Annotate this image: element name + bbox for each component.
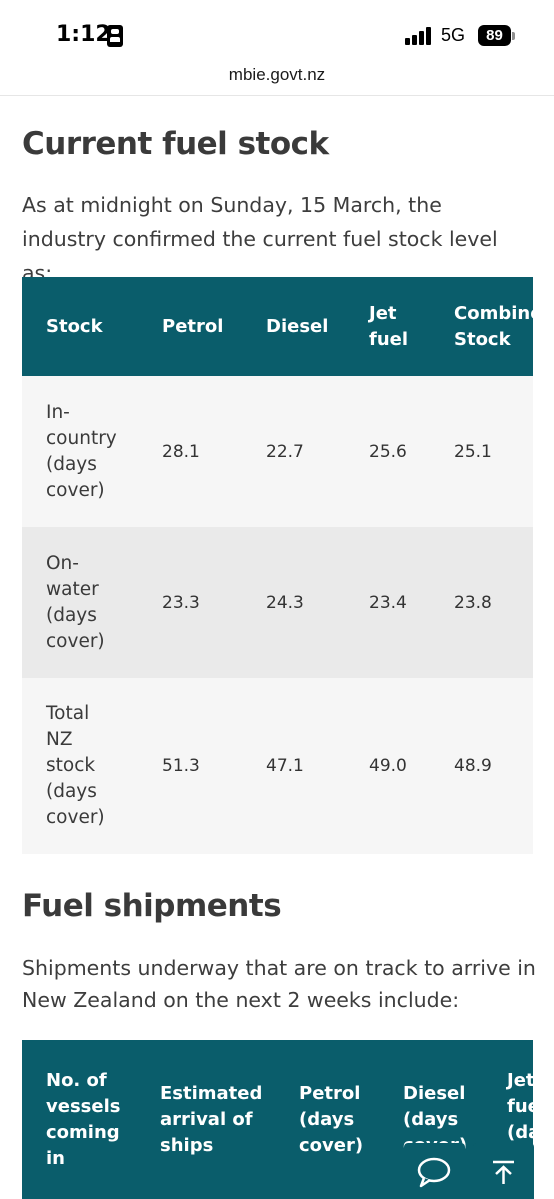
col-header-petrol-days: Petrol (days cover) [299,1082,364,1156]
back-to-top-button[interactable] [473,1143,534,1199]
col-header-jet-fuel: Jet fuel [369,302,409,350]
table-cell: 48.9 [454,756,492,776]
heading-current-fuel-stock: Current fuel stock [22,126,329,162]
table-row: On-water (days cover) 23.3 24.3 23.4 23.… [22,527,533,678]
battery-nub [512,32,515,40]
table-cell: 22.7 [266,441,304,462]
table-cell: 25.1 [454,441,492,462]
status-bar: 1:12 5G 89 [0,0,554,62]
shipments-intro-text: Shipments underway that are on track to … [22,956,536,1012]
address-bar[interactable]: mbie.govt.nz [0,62,554,96]
id-badge-icon [107,25,123,47]
table-cell: 51.3 [162,756,200,776]
heading-fuel-shipments: Fuel shipments [22,888,282,924]
table-cell: 49.0 [369,756,407,776]
col-header-arrival: Estimated arrival of ships [160,1082,263,1156]
table-cell: 47.1 [266,756,304,776]
row-label: Total NZ stock (days cover) [46,703,105,828]
status-time: 1:12 [56,22,111,47]
cellular-signal-icon [405,27,435,45]
table-row: Total NZ stock (days cover) 51.3 47.1 49… [22,678,533,854]
table-cell: 23.4 [369,592,407,613]
table-cell: 24.3 [266,592,304,613]
table-cell: 25.6 [369,441,407,462]
table-row: In-country (days cover) 28.1 22.7 25.6 2… [22,376,533,527]
col-header-petrol: Petrol [162,315,224,337]
table-cell: 23.8 [454,592,492,613]
fuel-stock-table: Stock Petrol Diesel Jet fuel Combined St… [22,277,533,854]
table-cell: 23.3 [162,592,200,613]
table-cell: 28.1 [162,441,200,462]
table-header-row: Stock Petrol Diesel Jet fuel Combined St… [22,277,533,376]
col-header-combined-stock: Combined Stock [454,302,533,350]
row-label: On-water (days cover) [46,552,105,652]
arrow-up-to-top-icon [493,1160,514,1184]
network-type: 5G [441,25,466,45]
chat-button[interactable] [404,1143,465,1199]
stock-intro-text: As at midnight on Sunday, 15 March, the … [22,193,498,285]
col-header-vessels: No. of vessels coming in [46,1069,121,1169]
col-header-stock: Stock [46,315,103,337]
row-label: In-country (days cover) [46,401,117,501]
battery-icon: 89 [478,25,511,46]
col-header-diesel: Diesel [266,315,329,337]
chat-bubble-icon [417,1157,451,1188]
